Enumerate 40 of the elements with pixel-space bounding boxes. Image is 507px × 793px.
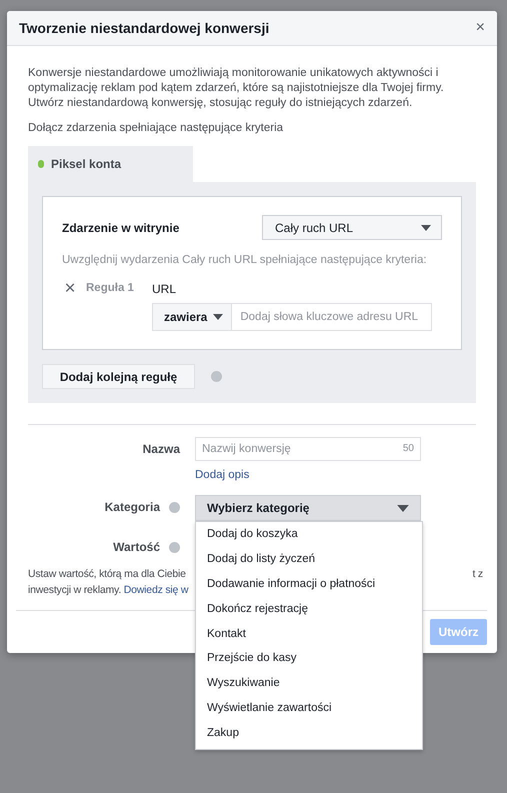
caret-icon — [421, 224, 431, 230]
value-note-text: Ustaw wartość, którą ma dla Ciebie — [28, 567, 187, 582]
caret-icon — [213, 314, 224, 320]
info-icon — [211, 371, 222, 382]
menu-item[interactable]: Przejście do kasy — [196, 646, 422, 672]
category-label: Kategoria — [104, 500, 160, 514]
caret-icon — [397, 504, 409, 512]
rule-field-label: URL — [152, 282, 178, 296]
value-label: Wartość — [113, 540, 160, 554]
value-note-text: inwestycji w reklamy. — [28, 584, 122, 596]
add-rule-button[interactable]: Dodaj kolejną regułę — [42, 364, 195, 389]
menu-item[interactable]: Wyświetlanie zawartości — [196, 696, 422, 722]
criteria-heading: Dołącz zdarzenia spełniające następujące kryteria — [28, 122, 284, 134]
menu-item[interactable]: Kontakt — [196, 622, 422, 646]
dialog-title: Tworzenie niestandardowej konwersji — [19, 20, 270, 36]
info-icon — [169, 502, 180, 512]
info-icon — [169, 542, 180, 552]
close-button[interactable]: × — [474, 19, 487, 37]
menu-item[interactable]: Dodaj do koszyka — [196, 522, 422, 547]
rule-label: Reguła 1 — [86, 282, 135, 294]
event-label: Zdarzenie w witrynie — [62, 220, 180, 234]
learn-more-link[interactable]: Dowiedz się w — [124, 584, 188, 596]
menu-item[interactable]: Dodawanie informacji o płatności — [196, 572, 422, 597]
event-hint: Uwzględnij wydarzenia Cały ruch URL spełniające następujące kryteria: — [62, 254, 428, 266]
category-dropdown[interactable]: Wybierz kategorię — [195, 495, 421, 521]
menu-item[interactable]: Zakup — [196, 721, 422, 746]
remove-rule-button[interactable]: × — [62, 282, 78, 296]
operator-dropdown[interactable]: zawiera — [152, 303, 232, 331]
tab-label: Piksel konta — [51, 157, 122, 171]
menu-item[interactable]: Dokończ rejestrację — [196, 596, 422, 622]
intro-text: Konwersje niestandardowe umożliwiają monitorowanie unikatowych aktywności i optymalizację reklam pod kątem zdarzeń, które są najistotniejsze dla Twojej firmy. Utwórz niestandardową konwersję, stosując reguły do istniejących zdarzeń. — [28, 66, 445, 111]
pixel-tab[interactable]: Piksel konta — [28, 146, 193, 182]
menu-item[interactable]: Dodaj do listy życzeń — [196, 546, 422, 572]
menu-item[interactable]: Wyszukiwanie — [196, 671, 422, 696]
add-description-link[interactable]: Dodaj opis — [195, 469, 421, 481]
character-counter: 50 — [402, 443, 414, 454]
value-note-text: t z — [472, 567, 483, 582]
event-dropdown[interactable]: Cały ruch URL — [262, 215, 442, 240]
name-label: Nazwa — [142, 442, 180, 456]
url-keywords-field[interactable]: Dodaj słowa kluczowe adresu URL — [232, 303, 432, 331]
